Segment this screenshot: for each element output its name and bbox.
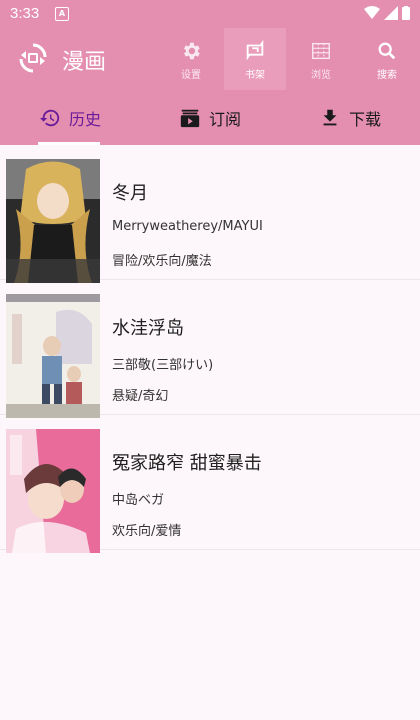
status-bar: 3:33 A [0,0,420,28]
download-icon [323,109,337,125]
history-list: 冬月 Merryweatherey/MAYUI 冒险/欢乐向/魔法 水洼浮岛 三… [0,145,420,553]
comic-genres: 欢乐向/爱情 [112,524,182,539]
search-button[interactable]: 搜索 [356,28,418,90]
comic-genres: 冒险/欢乐向/魔法 [112,254,212,269]
tab-history[interactable]: 历史 [0,90,140,145]
settings-button[interactable]: 设置 [160,28,222,90]
bookshelf-label: 书架 [245,70,265,81]
battery-icon [402,6,410,20]
history-icon [39,109,60,126]
comic-genres: 悬疑/奇幻 [112,389,169,404]
grid-browse-icon [312,42,330,60]
status-icons [364,6,410,20]
comic-author: Merryweatherey/MAYUI [112,219,263,234]
cover-image [6,429,100,553]
list-item[interactable]: 冤家路窄 甜蜜暴击 中岛ベガ 欢乐向/爱情 [0,415,420,553]
cover-image [6,294,100,418]
gear-icon [184,42,200,60]
comic-author: 三部敬(三部けい) [112,358,214,373]
bookshelf-icon [246,40,264,61]
comic-author: 中岛ベガ [112,493,165,508]
wifi-icon [364,6,380,19]
app-logo-icon [19,43,47,73]
notification-icon: A [55,7,69,21]
signal-icon [384,6,398,20]
subscription-icon [180,109,200,127]
tab-download-label: 下载 [348,109,381,129]
app-title: 漫画 [62,50,107,75]
app-bar: 漫画 设置 书架 浏览 搜索 [0,28,420,90]
browse-button[interactable]: 浏览 [290,28,352,90]
tab-subscription-label: 订阅 [208,109,241,129]
comic-title: 冬月 [112,183,148,204]
settings-label: 设置 [181,70,201,81]
status-time: 3:33 [10,5,40,22]
tab-subscription[interactable]: 订阅 [140,90,280,145]
list-item[interactable]: 水洼浮岛 三部敬(三部けい) 悬疑/奇幻 [0,280,420,418]
bookshelf-button[interactable]: 书架 [224,28,286,90]
comic-title: 冤家路窄 甜蜜暴击 [112,453,262,474]
search-label: 搜索 [377,70,397,81]
browse-label: 浏览 [311,70,331,81]
search-icon [378,42,396,60]
tab-bar: 历史 订阅 下载 [0,90,420,145]
list-item[interactable]: 冬月 Merryweatherey/MAYUI 冒险/欢乐向/魔法 [0,145,420,283]
cover-image [6,159,100,283]
tab-history-label: 历史 [68,109,101,129]
tab-download[interactable]: 下载 [280,90,420,145]
comic-title: 水洼浮岛 [112,318,184,339]
